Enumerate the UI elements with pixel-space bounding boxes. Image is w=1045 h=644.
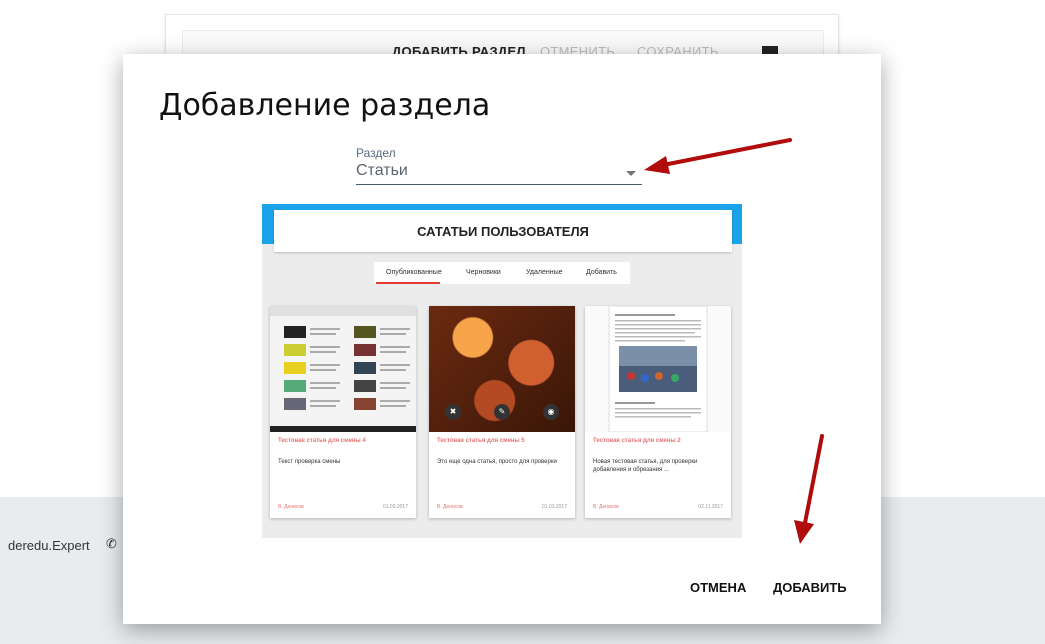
preview-header: САТАТЬИ ПОЛЬЗОВАТЕЛЯ — [274, 210, 732, 252]
preview-header-title: САТАТЬИ ПОЛЬЗОВАТЕЛЯ — [417, 224, 589, 239]
chevron-down-icon — [626, 171, 636, 176]
preview-tabs: Опубликованные Черновики Удаленные Добав… — [374, 262, 630, 284]
preview-card: Тестовая статья для смены 2 Новая тестов… — [585, 306, 731, 518]
trash-icon: ✖ — [445, 404, 461, 420]
preview-card-date: 01.03.2017 — [541, 504, 567, 510]
preview-card-title: Тестовая статья для смены 2 — [593, 438, 681, 444]
preview-card-text: Текст проверка смены — [278, 459, 341, 465]
document-page-image — [608, 306, 708, 432]
preview-card-text: Это еще одна статья, просто для проверки — [437, 459, 557, 465]
preview-card-date: 01.03.2017 — [382, 504, 408, 510]
section-field-label: Раздел — [356, 146, 396, 160]
preview-card-meta: В. Денисов 01.03.2017 — [278, 504, 408, 510]
preview-card-author: В. Денисов — [437, 504, 463, 510]
annotation-arrow-icon — [644, 138, 792, 174]
preview-card-meta: В. Денисов 01.03.2017 — [437, 504, 567, 510]
preview-card-thumbnail — [270, 306, 416, 432]
preview-tab-drafts: Черновики — [466, 269, 501, 276]
preview-tab-add: Добавить — [586, 269, 617, 276]
preview-tab-indicator — [376, 282, 440, 284]
section-preview-image: САТАТЬИ ПОЛЬЗОВАТЕЛЯ Опубликованные Черн… — [262, 204, 742, 538]
eye-off-icon: ◉ — [543, 404, 559, 420]
dialog-cancel-button[interactable]: ОТМЕНА — [690, 580, 746, 595]
preview-card-title: Тестовая статья для смены 5 — [437, 438, 525, 444]
section-select-value: Статьи — [356, 162, 408, 179]
screenshot-collage-image — [270, 306, 416, 432]
add-section-dialog: Добавление раздела Раздел Статьи САТАТЬИ… — [123, 54, 881, 624]
annotation-arrow-icon — [794, 434, 824, 544]
footer-site-name: deredu.Expert — [8, 538, 90, 553]
pencil-icon: ✎ — [494, 404, 510, 420]
phone-icon: ✆ — [106, 536, 117, 551]
section-select[interactable]: Статьи — [356, 160, 642, 185]
preview-card: ✖ ✎ ◉ Тестовая статья для смены 5 Это ещ… — [429, 306, 575, 518]
preview-card-author: В. Денисов — [278, 504, 304, 510]
preview-card-author: В. Денисов — [593, 504, 619, 510]
preview-card-text: Новая тестовая статья, для проверки доба… — [593, 459, 698, 474]
preview-card-thumbnail — [585, 306, 731, 432]
dialog-title: Добавление раздела — [159, 88, 491, 123]
preview-card-date: 02.11.2017 — [698, 504, 723, 510]
dialog-add-button[interactable]: ДОБАВИТЬ — [773, 580, 847, 595]
preview-card: Тестовая статья для смены 4 Текст провер… — [270, 306, 416, 518]
preview-tab-published: Опубликованные — [386, 269, 442, 276]
preview-card-meta: В. Денисов 02.11.2017 — [593, 504, 723, 510]
preview-tab-deleted: Удаленные — [526, 269, 563, 276]
preview-card-title: Тестовая статья для смены 4 — [278, 438, 366, 444]
bokeh-photo-image: ✖ ✎ ◉ — [429, 306, 575, 432]
